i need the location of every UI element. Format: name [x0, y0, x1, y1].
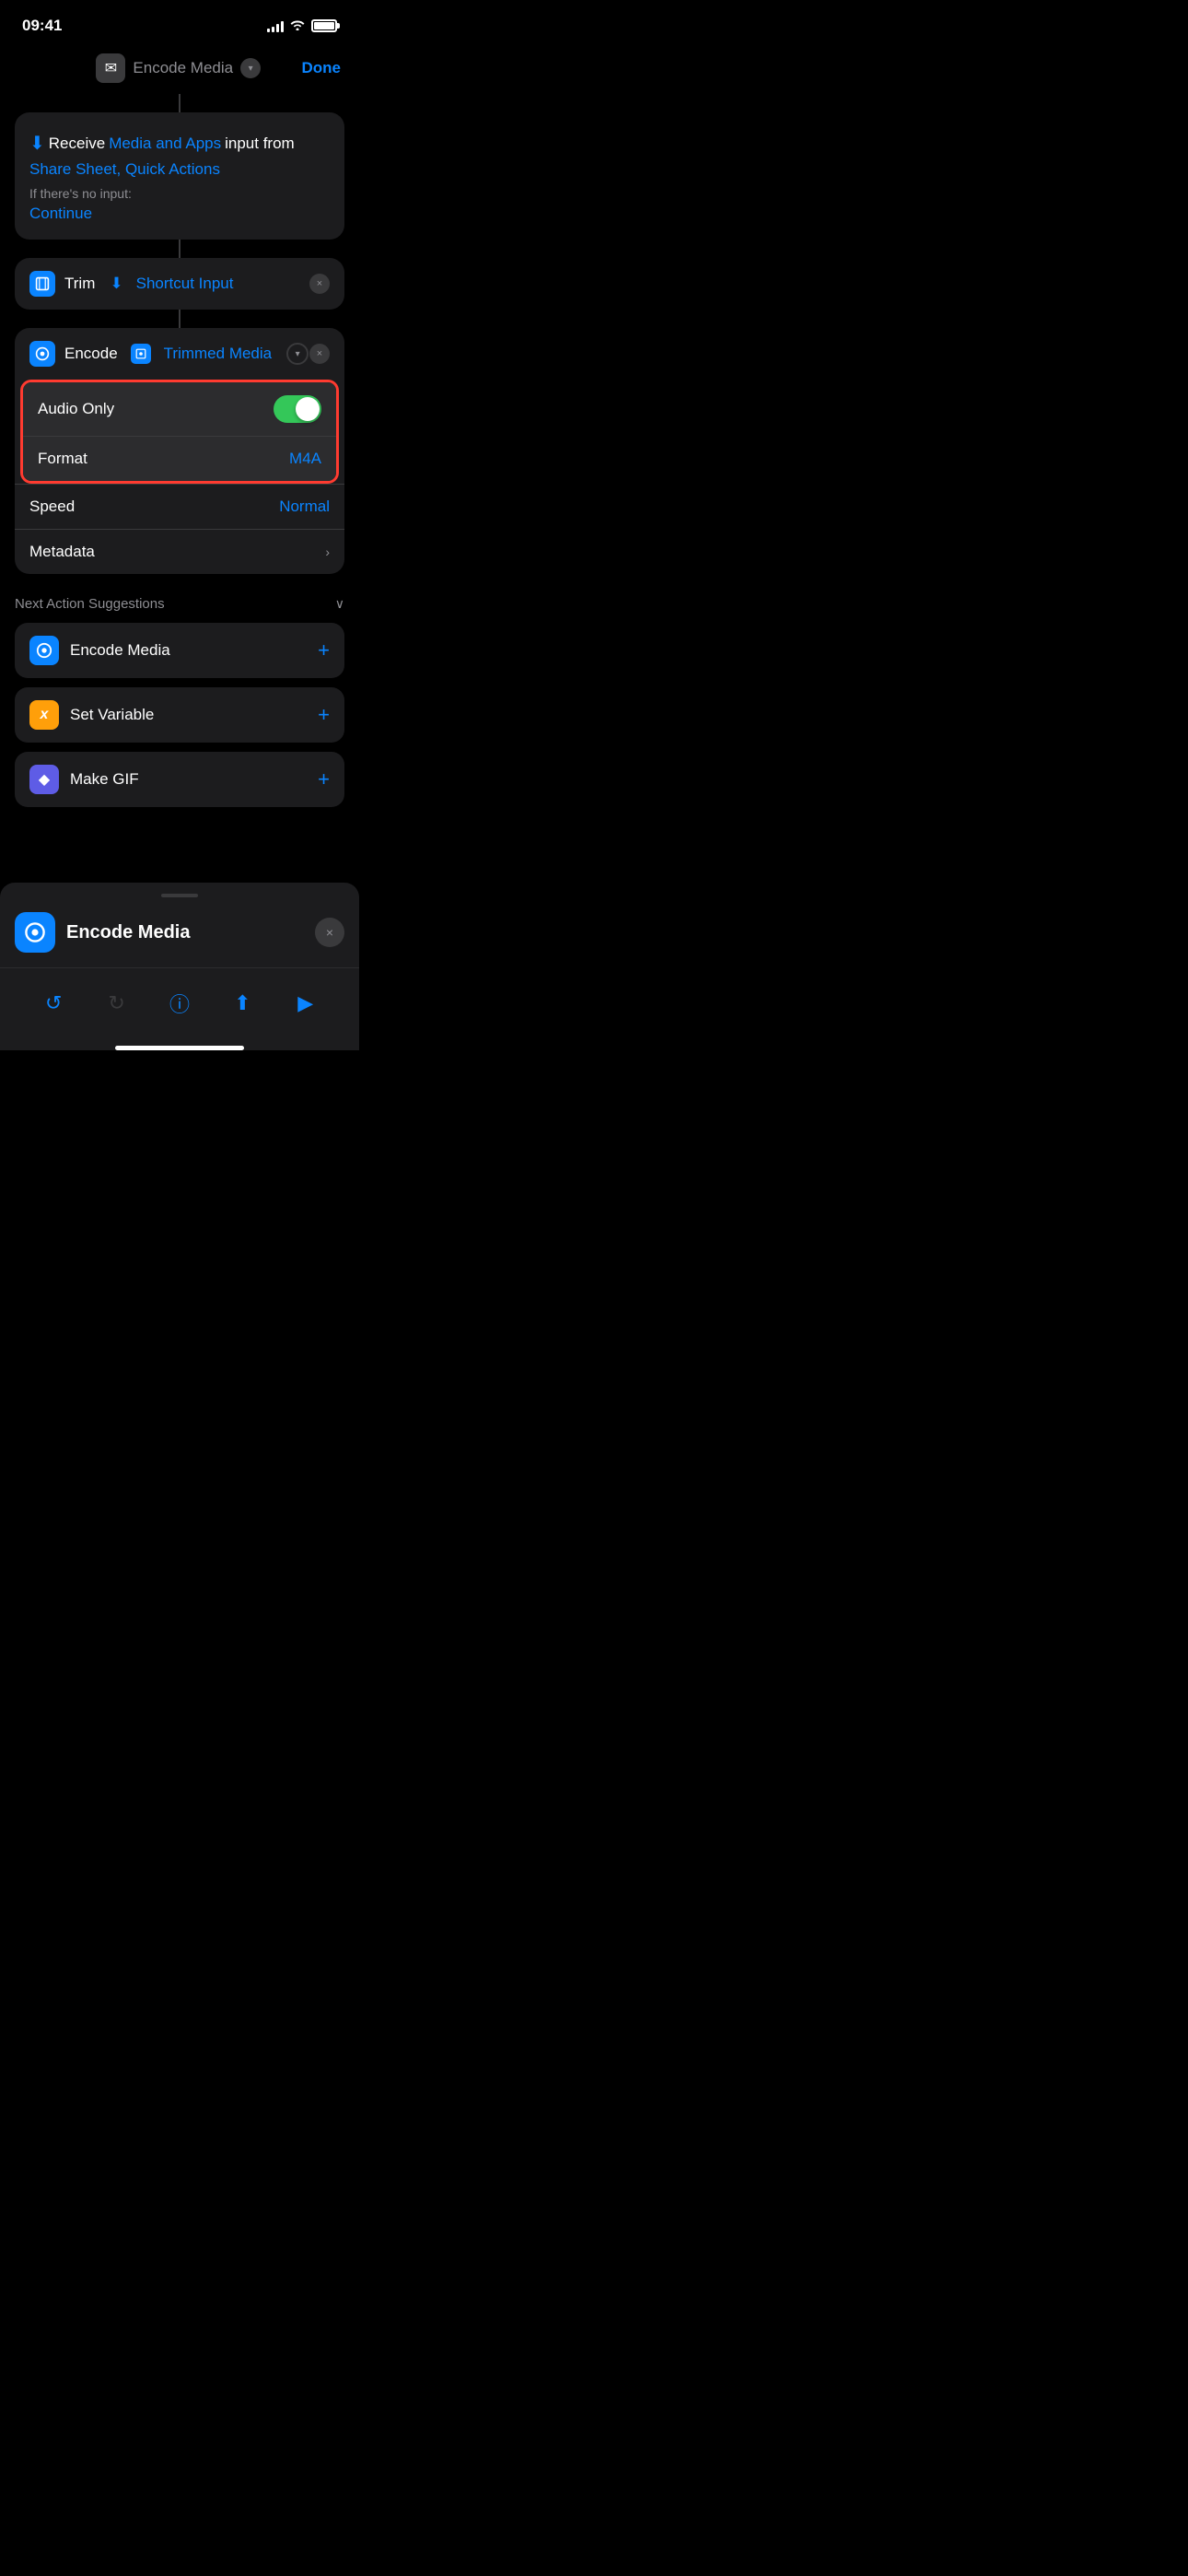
speed-label: Speed: [29, 498, 75, 516]
suggestion-encode-media[interactable]: Encode Media +: [15, 623, 344, 678]
spacer: [0, 816, 359, 853]
format-label: Format: [38, 450, 87, 468]
sheet-header-left: Encode Media: [15, 912, 190, 953]
share-button[interactable]: ⬆: [222, 983, 262, 1024]
receive-input-type[interactable]: Media and Apps: [109, 131, 221, 156]
play-button[interactable]: ▶: [285, 983, 326, 1024]
trim-card: Trim ⬇ Shortcut Input ×: [15, 258, 344, 310]
encode-media-nav-icon: ✉: [105, 59, 117, 77]
suggestions-chevron-icon[interactable]: ∨: [335, 596, 344, 612]
suggestion-set-variable[interactable]: x Set Variable +: [15, 687, 344, 743]
status-time: 09:41: [22, 17, 62, 35]
trim-icon-small: ⬇: [110, 275, 122, 293]
nav-title-text: Encode Media: [133, 59, 233, 77]
nav-icon-wrapper: ✉: [96, 53, 125, 83]
make-gif-suggestion-icon: ◆: [29, 765, 59, 794]
sheet-close-button[interactable]: ×: [315, 918, 344, 947]
audio-only-row: Audio Only: [23, 382, 336, 436]
metadata-chevron-icon: ›: [325, 544, 330, 559]
set-variable-add-button[interactable]: +: [318, 703, 330, 727]
speed-value: Normal: [279, 498, 330, 516]
receive-row: ⬇ Receive Media and Apps input from: [29, 129, 330, 158]
format-value: M4A: [289, 450, 321, 468]
info-button[interactable]: ⓘ: [159, 983, 200, 1024]
audio-only-label: Audio Only: [38, 400, 114, 418]
battery-icon: [311, 19, 337, 32]
make-gif-add-button[interactable]: +: [318, 767, 330, 791]
encode-media-label[interactable]: Trimmed Media: [164, 345, 272, 363]
encode-media-add-button[interactable]: +: [318, 638, 330, 662]
encode-close-button[interactable]: ×: [309, 344, 330, 364]
trim-title: Trim: [64, 275, 95, 293]
metadata-label: Metadata: [29, 543, 95, 561]
audio-only-toggle[interactable]: [274, 395, 321, 423]
metadata-right: ›: [325, 544, 330, 559]
encode-header-right: ×: [309, 344, 330, 364]
receive-action-label: Receive: [49, 131, 105, 156]
set-variable-suggestion-label: Set Variable: [70, 706, 154, 724]
status-icons: [267, 18, 337, 33]
encode-media-suggestion-icon: [29, 636, 59, 665]
encode-media-suggestion-label: Encode Media: [70, 641, 170, 660]
suggestions-title: Next Action Suggestions: [15, 596, 165, 612]
suggestion-left-encode: Encode Media: [29, 636, 170, 665]
set-variable-suggestion-icon: x: [29, 700, 59, 730]
receive-card: ⬇ Receive Media and Apps input from Shar…: [15, 112, 344, 240]
receive-icon: ⬇: [29, 129, 45, 158]
speed-row[interactable]: Speed Normal: [15, 484, 344, 529]
make-gif-suggestion-label: Make GIF: [70, 770, 139, 789]
trim-close-button[interactable]: ×: [309, 274, 330, 294]
nav-title-group[interactable]: ✉ Encode Media ▾: [96, 53, 261, 83]
status-bar: 09:41: [0, 0, 359, 46]
connector-line: [179, 94, 181, 112]
encode-chevron-icon[interactable]: ▾: [286, 343, 309, 365]
toggle-thumb: [296, 397, 320, 421]
encode-header-left: Encode Trimmed Media ▾: [29, 341, 309, 367]
wifi-icon: [289, 18, 306, 33]
encode-icon: [29, 341, 55, 367]
connector-line-2: [179, 240, 181, 258]
encode-header: Encode Trimmed Media ▾ ×: [15, 328, 344, 380]
redo-button[interactable]: ↻: [97, 983, 137, 1024]
bottom-sheet: Encode Media × ↺ ↻ ⓘ ⬆ ▶: [0, 883, 359, 1050]
format-row[interactable]: Format M4A: [23, 436, 336, 481]
suggestion-left-gif: ◆ Make GIF: [29, 765, 139, 794]
encode-media-icon: [131, 344, 151, 364]
done-button[interactable]: Done: [302, 59, 342, 77]
nav-bar: ✉ Encode Media ▾ Done: [0, 46, 359, 94]
encode-action-label: Encode: [64, 345, 118, 363]
trim-card-left: Trim ⬇ Shortcut Input: [29, 271, 233, 297]
sheet-drag-handle[interactable]: [161, 894, 198, 897]
receive-input-from: input from: [225, 131, 295, 156]
highlighted-section: Audio Only Format M4A: [20, 380, 339, 484]
connector-line-3: [179, 310, 181, 328]
suggestions-section: Next Action Suggestions ∨ Encode Media +…: [0, 596, 359, 807]
sheet-toolbar: ↺ ↻ ⓘ ⬆ ▶: [0, 967, 359, 1038]
trim-icon: [29, 271, 55, 297]
home-indicator: [115, 1046, 244, 1050]
undo-button[interactable]: ↺: [33, 983, 74, 1024]
encode-card: Encode Trimmed Media ▾ ×: [15, 328, 344, 574]
no-input-label: If there's no input:: [29, 186, 330, 201]
suggestions-header: Next Action Suggestions ∨: [15, 596, 344, 612]
suggestion-make-gif[interactable]: ◆ Make GIF +: [15, 752, 344, 807]
continue-link[interactable]: Continue: [29, 205, 330, 223]
sheet-title: Encode Media: [66, 922, 190, 943]
receive-source[interactable]: Share Sheet, Quick Actions: [29, 160, 220, 178]
sheet-header: Encode Media ×: [0, 912, 359, 967]
main-content: ⬇ Receive Media and Apps input from Shar…: [0, 112, 359, 574]
sheet-encode-icon: [15, 912, 55, 953]
speed-right: Normal: [279, 498, 330, 516]
signal-icon: [267, 19, 284, 32]
nav-chevron-icon[interactable]: ▾: [240, 58, 261, 78]
suggestion-left-variable: x Set Variable: [29, 700, 154, 730]
trim-input-label[interactable]: Shortcut Input: [136, 275, 234, 293]
metadata-row[interactable]: Metadata ›: [15, 529, 344, 574]
